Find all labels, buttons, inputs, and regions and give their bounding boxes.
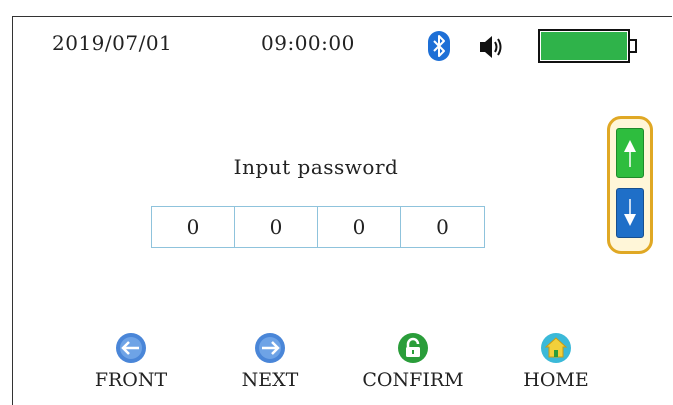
speaker-icon bbox=[478, 33, 506, 65]
battery-indicator bbox=[538, 29, 630, 63]
front-label: FRONT bbox=[94, 369, 168, 391]
lock-icon bbox=[398, 333, 428, 363]
password-digit-2[interactable]: 0 bbox=[235, 207, 318, 247]
confirm-label: CONFIRM bbox=[362, 369, 464, 391]
time-display: 09:00:00 bbox=[261, 31, 355, 55]
password-prompt: Input password bbox=[233, 155, 399, 179]
password-input[interactable]: 0 0 0 0 bbox=[151, 206, 485, 248]
bluetooth-icon bbox=[428, 31, 450, 61]
date-display: 2019/07/01 bbox=[52, 31, 173, 55]
scroll-control bbox=[607, 116, 653, 254]
battery-terminal bbox=[630, 39, 637, 53]
arrow-right-icon bbox=[255, 333, 285, 363]
password-digit-1[interactable]: 0 bbox=[152, 207, 235, 247]
scroll-up-button[interactable] bbox=[616, 128, 644, 178]
home-icon bbox=[541, 333, 571, 363]
arrow-down-icon bbox=[624, 199, 636, 226]
home-label: HOME bbox=[523, 369, 589, 391]
password-digit-4[interactable]: 0 bbox=[401, 207, 484, 247]
confirm-button[interactable]: CONFIRM bbox=[353, 332, 473, 391]
arrow-left-icon bbox=[116, 333, 146, 363]
front-button[interactable]: FRONT bbox=[71, 332, 191, 391]
scroll-down-button[interactable] bbox=[616, 188, 644, 238]
next-label: NEXT bbox=[241, 369, 299, 391]
battery-level bbox=[541, 32, 627, 60]
arrow-up-icon bbox=[624, 140, 636, 167]
home-button[interactable]: HOME bbox=[496, 332, 616, 391]
password-digit-3[interactable]: 0 bbox=[318, 207, 401, 247]
next-button[interactable]: NEXT bbox=[210, 332, 330, 391]
